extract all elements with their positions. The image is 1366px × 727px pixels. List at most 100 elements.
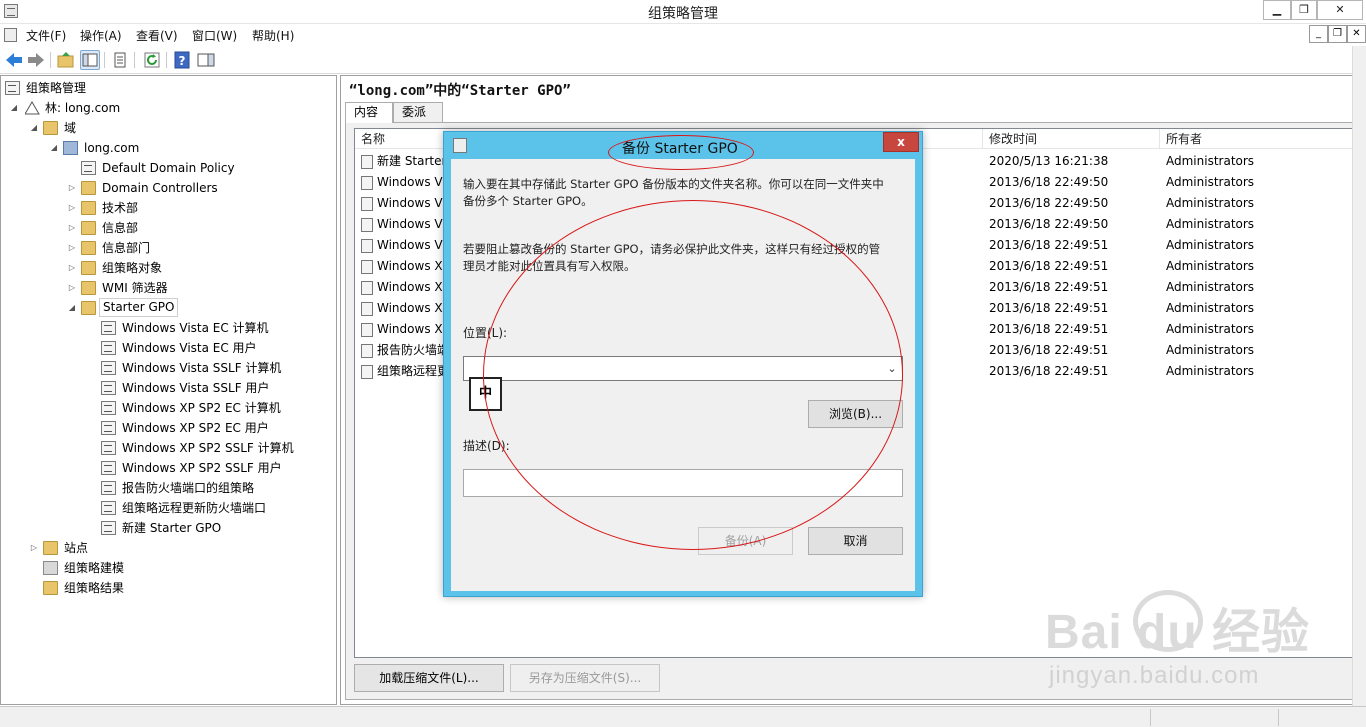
column-owner[interactable]: 所有者 <box>1160 129 1359 149</box>
folder-up-icon[interactable] <box>56 50 76 70</box>
row-name: Windows Vi <box>377 238 446 252</box>
row-owner: Administrators <box>1166 322 1255 336</box>
forest-icon <box>24 101 40 115</box>
mdi-close-button[interactable]: ✕ <box>1347 25 1366 43</box>
row-name: Windows XI <box>377 280 447 294</box>
description-input[interactable] <box>463 469 903 497</box>
starter-gpo-icon <box>361 302 373 316</box>
starter-gpo-icon <box>361 281 373 295</box>
menu-help[interactable]: 帮助(H) <box>252 27 294 44</box>
row-modified: 2013/6/18 22:49:51 <box>989 322 1109 336</box>
cancel-button[interactable]: 取消 <box>808 527 903 555</box>
domains-folder-icon <box>43 121 58 135</box>
row-owner: Administrators <box>1166 280 1255 294</box>
location-label: 位置(L): <box>463 326 508 340</box>
row-owner: Administrators <box>1166 238 1255 252</box>
starter-gpo-icon <box>361 239 373 253</box>
row-modified: 2013/6/18 22:49:51 <box>989 301 1109 315</box>
browse-button[interactable]: 浏览(B)... <box>808 400 903 428</box>
document-icon <box>4 28 17 42</box>
menu-bar: 文件(F) 操作(A) 查看(V) 窗口(W) 帮助(H) <box>0 24 1366 46</box>
window-titlebar: 组策略管理 ▁ ❐ ✕ <box>0 0 1366 24</box>
minimize-button[interactable]: ▁ <box>1263 0 1291 20</box>
svg-text:?: ? <box>179 54 186 68</box>
save-cab-button[interactable]: 另存为压缩文件(S)... <box>510 664 660 692</box>
starter-gpo-icon <box>361 197 373 211</box>
dialog-titlebar[interactable]: 备份 Starter GPO x <box>444 132 922 158</box>
row-owner: Administrators <box>1166 196 1255 210</box>
collapse-arrow-icon[interactable]: ◢ <box>67 298 77 318</box>
sites-icon <box>43 541 58 555</box>
mdi-minimize-button[interactable]: _ <box>1309 25 1328 43</box>
domain-icon <box>63 141 78 155</box>
refresh-icon[interactable] <box>142 50 162 70</box>
column-modified[interactable]: 修改时间 <box>983 129 1160 149</box>
menu-window[interactable]: 窗口(W) <box>192 27 237 44</box>
starter-gpo-icon <box>101 321 116 335</box>
row-modified: 2020/5/13 16:21:38 <box>989 154 1109 168</box>
expand-arrow-icon[interactable]: ▷ <box>67 278 77 298</box>
backup-button[interactable]: 备份(A) <box>698 527 793 555</box>
action-pane-icon[interactable] <box>196 50 216 70</box>
starter-gpo-icon <box>361 176 373 190</box>
starter-gpo-icon <box>101 421 116 435</box>
row-owner: Administrators <box>1166 175 1255 189</box>
expand-arrow-icon[interactable]: ▷ <box>67 238 77 258</box>
vertical-scrollbar[interactable] <box>1352 46 1366 706</box>
collapse-arrow-icon[interactable]: ◢ <box>9 98 19 118</box>
expand-arrow-icon[interactable]: ▷ <box>29 538 39 558</box>
starter-gpo-icon <box>361 344 373 358</box>
ime-indicator[interactable]: 中 <box>469 377 502 411</box>
forward-icon[interactable] <box>26 50 46 70</box>
expand-arrow-icon[interactable]: ▷ <box>67 218 77 238</box>
ou-folder-icon <box>81 221 96 235</box>
menu-file[interactable]: 文件(F) <box>26 27 66 44</box>
help-icon[interactable]: ? <box>172 50 192 70</box>
starter-gpo-folder-icon <box>81 301 96 315</box>
row-name: Windows Vi <box>377 196 446 210</box>
ou-folder-icon <box>81 201 96 215</box>
row-modified: 2013/6/18 22:49:51 <box>989 364 1109 378</box>
row-name: Windows Vi <box>377 217 446 231</box>
tab-delegation[interactable]: 委派 <box>393 102 443 122</box>
starter-gpo-icon <box>101 501 116 515</box>
tab-contents[interactable]: 内容 <box>345 102 393 123</box>
row-name: Windows XI <box>377 259 447 273</box>
warning-line: 理员才能对此位置具有写入权限。 <box>463 259 636 273</box>
expand-arrow-icon[interactable]: ▷ <box>67 258 77 278</box>
properties-icon[interactable] <box>110 50 130 70</box>
dialog-app-icon <box>453 138 467 153</box>
expand-arrow-icon[interactable]: ▷ <box>67 178 77 198</box>
row-modified: 2013/6/18 22:49:51 <box>989 259 1109 273</box>
maximize-button[interactable]: ❐ <box>1291 0 1317 20</box>
row-owner: Administrators <box>1166 154 1255 168</box>
location-combobox[interactable]: ⌄ <box>463 356 903 381</box>
load-cab-button[interactable]: 加载压缩文件(L)... <box>354 664 504 692</box>
expand-arrow-icon[interactable]: ▷ <box>67 198 77 218</box>
collapse-arrow-icon[interactable]: ◢ <box>49 138 59 158</box>
dialog-close-button[interactable]: x <box>883 132 919 152</box>
backup-starter-gpo-dialog: 备份 Starter GPO x 输入要在其中存储此 Starter GPO 备… <box>443 131 923 597</box>
baidu-watermark: Bai du 经验 jingyan.baidu.com <box>1045 584 1345 704</box>
chevron-down-icon[interactable]: ⌄ <box>885 360 899 378</box>
window-title: 组策略管理 <box>648 6 718 22</box>
status-segment <box>1278 709 1358 726</box>
description-label: 描述(D): <box>463 439 510 453</box>
row-owner: Administrators <box>1166 217 1255 231</box>
ou-folder-icon <box>81 241 96 255</box>
ou-folder-icon <box>81 181 96 195</box>
row-name: 报告防火墙端 <box>377 343 450 357</box>
gpo-folder-icon <box>81 261 96 275</box>
menu-view[interactable]: 查看(V) <box>136 27 178 44</box>
status-bar <box>0 706 1366 727</box>
mdi-restore-button[interactable]: ❐ <box>1328 25 1347 43</box>
starter-gpo-icon <box>101 441 116 455</box>
back-icon[interactable] <box>4 50 24 70</box>
starter-gpo-icon <box>361 323 373 337</box>
show-hide-tree-icon[interactable] <box>80 50 100 70</box>
close-button[interactable]: ✕ <box>1317 0 1363 20</box>
collapse-arrow-icon[interactable]: ◢ <box>29 118 39 138</box>
menu-action[interactable]: 操作(A) <box>80 27 122 44</box>
modeling-icon <box>43 561 58 575</box>
toolbar-separator <box>134 52 135 68</box>
